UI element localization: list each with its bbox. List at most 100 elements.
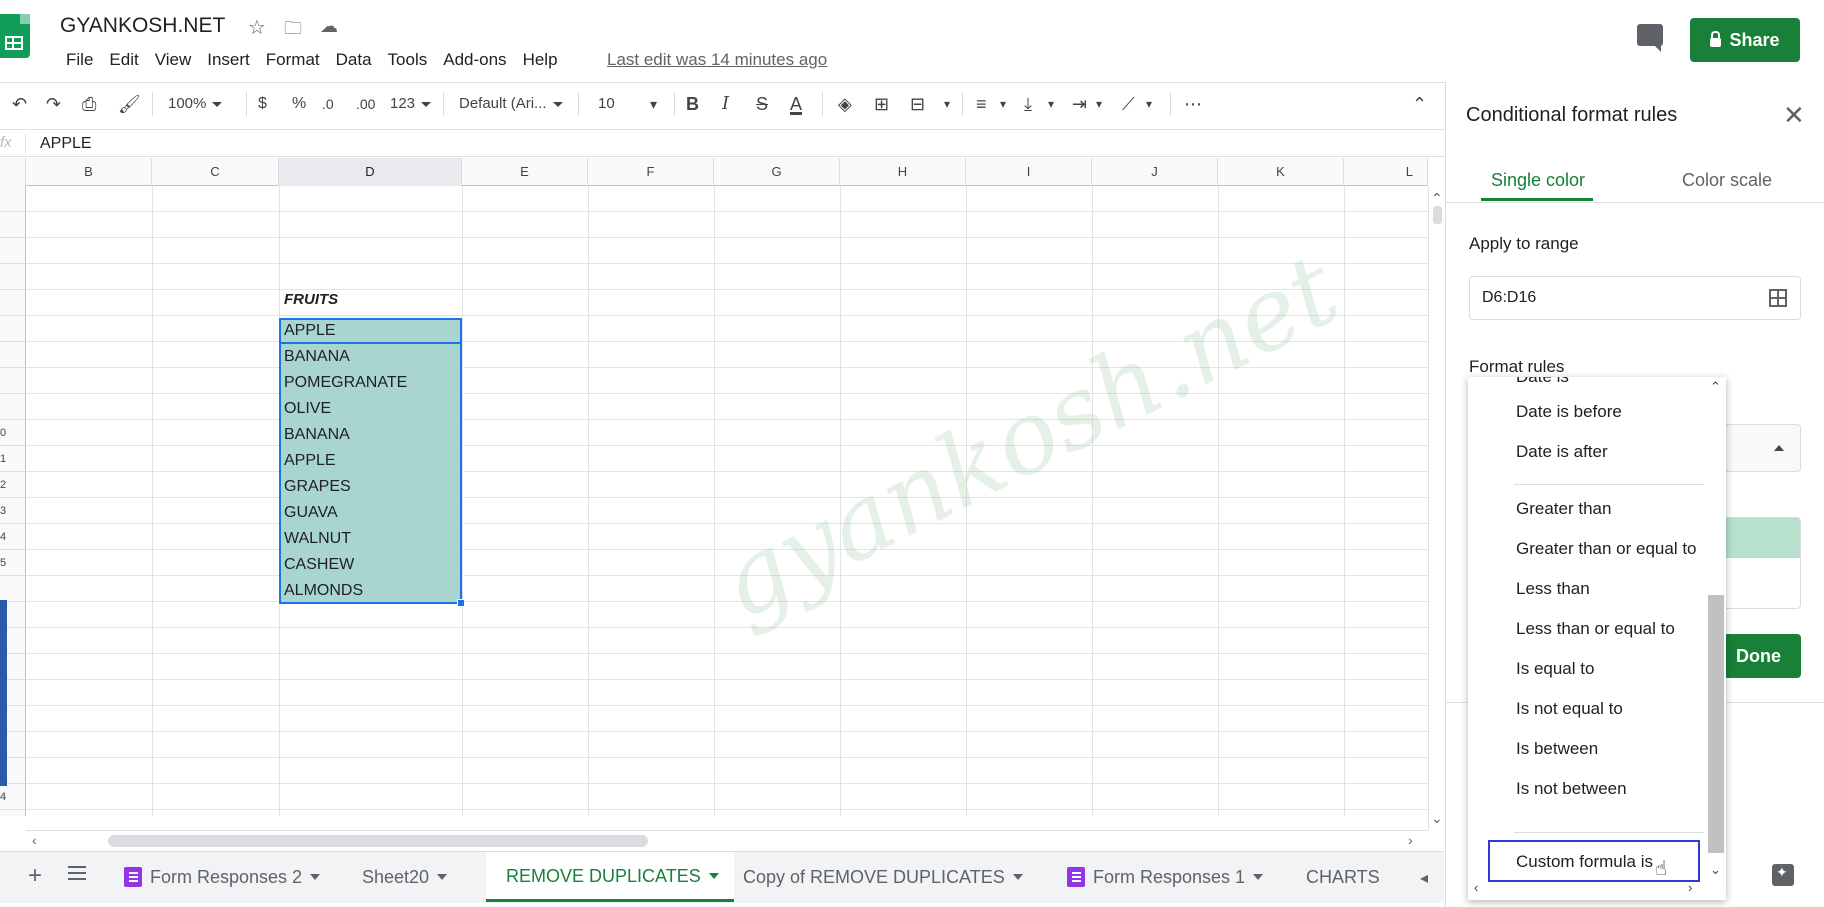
horizontal-scroll-thumb[interactable] <box>108 835 648 847</box>
row-header[interactable] <box>0 264 26 290</box>
sheet-tab[interactable]: Form Responses 1 <box>1061 852 1294 902</box>
bold-button[interactable]: B <box>686 91 699 117</box>
formula-input[interactable]: APPLE <box>40 135 92 153</box>
number-format-select[interactable]: 123 <box>390 91 431 117</box>
dropdown-scroll-right-icon[interactable]: › <box>1688 880 1692 895</box>
vertical-scrollbar[interactable] <box>1428 186 1445 830</box>
column-header-g[interactable]: G <box>714 158 840 186</box>
fill-handle[interactable] <box>457 599 465 607</box>
italic-button[interactable]: I <box>722 91 729 117</box>
fruit-cell[interactable]: CASHEW <box>284 552 354 578</box>
scroll-down-icon[interactable]: ⌄ <box>1431 810 1443 827</box>
collapse-menu-icon[interactable]: ⌃ <box>1412 91 1427 117</box>
sheet-tab[interactable]: Form Responses 2 <box>118 852 350 902</box>
menu-insert[interactable]: Insert <box>199 48 258 72</box>
merge-caret-icon[interactable]: ▾ <box>944 91 950 117</box>
star-icon[interactable]: ☆ <box>248 15 266 40</box>
sheet-tab[interactable]: Copy of REMOVE DUPLICATES <box>737 852 1055 902</box>
sheet-tab[interactable]: Sheet20 <box>356 852 480 902</box>
condition-dropdown-menu[interactable]: Date is Date is before Date is after Greate… <box>1468 377 1726 900</box>
zoom-select[interactable]: 100% <box>168 91 222 117</box>
row-header[interactable] <box>0 368 26 394</box>
sheet-tab[interactable]: REMOVE DUPLICATES <box>486 852 734 902</box>
fruit-cell[interactable]: WALNUT <box>284 526 351 552</box>
decrease-decimal-button[interactable]: .0 <box>322 91 334 117</box>
fruit-cell[interactable]: OLIVE <box>284 396 331 422</box>
add-sheet-icon[interactable]: + <box>28 862 42 890</box>
fruits-header-cell[interactable]: FRUITS <box>284 291 338 308</box>
chevron-down-icon[interactable] <box>310 874 321 880</box>
dropdown-option[interactable]: Date is <box>1516 377 1569 387</box>
dropdown-option[interactable]: Is between <box>1516 739 1598 759</box>
dropdown-scroll-down-icon[interactable]: ⌄ <box>1710 862 1721 878</box>
dropdown-option[interactable]: Less than or equal to <box>1516 619 1675 639</box>
dropdown-option[interactable]: Is not equal to <box>1516 699 1623 719</box>
select-all-corner[interactable] <box>0 158 26 186</box>
dropdown-scroll-up-icon[interactable]: ⌃ <box>1710 379 1721 395</box>
fruit-cell[interactable]: APPLE <box>284 318 336 344</box>
comments-icon[interactable] <box>1637 24 1663 52</box>
vertical-scroll-thumb[interactable] <box>1433 206 1442 224</box>
row-header[interactable] <box>0 186 26 212</box>
document-title[interactable]: GYANKOSH.NET <box>60 14 225 38</box>
currency-button[interactable]: $ <box>258 91 267 117</box>
align-caret-icon[interactable]: ▾ <box>1000 91 1006 117</box>
row-header[interactable] <box>0 238 26 264</box>
dropdown-scroll-left-icon[interactable]: ‹ <box>1474 880 1478 895</box>
spreadsheet-grid[interactable]: B C D E F G H I J K L 01234545 gyankosh.… <box>0 158 1428 816</box>
menu-edit[interactable]: Edit <box>101 48 146 72</box>
increase-decimal-button[interactable]: .00 <box>356 91 375 117</box>
dropdown-option[interactable]: Is not between <box>1516 779 1627 799</box>
row-header[interactable]: 1 <box>0 446 26 472</box>
column-header-e[interactable]: E <box>462 158 588 186</box>
fruit-cell[interactable]: APPLE <box>284 448 336 474</box>
column-header-d[interactable]: D <box>279 158 462 186</box>
scroll-up-icon[interactable]: ⌃ <box>1431 190 1443 207</box>
chevron-down-icon[interactable] <box>437 874 448 880</box>
menu-format[interactable]: Format <box>258 48 328 72</box>
vertical-align-icon[interactable]: ⤓ <box>1024 91 1032 117</box>
percent-button[interactable]: % <box>292 91 306 117</box>
font-size-caret-icon[interactable]: ▾ <box>650 91 657 117</box>
wrap-caret-icon[interactable]: ▾ <box>1096 91 1102 117</box>
chevron-down-icon[interactable] <box>708 872 719 879</box>
dropdown-option[interactable]: Is equal to <box>1516 659 1594 679</box>
tab-scroll-left-icon[interactable]: ◂ <box>1420 868 1428 888</box>
undo-icon[interactable]: ↶ <box>12 91 27 117</box>
rotation-caret-icon[interactable]: ▾ <box>1146 91 1152 117</box>
column-header-i[interactable]: I <box>966 158 1092 186</box>
row-header[interactable]: 4 <box>0 784 26 810</box>
menu-help[interactable]: Help <box>515 48 566 72</box>
redo-icon[interactable]: ↷ <box>46 91 61 117</box>
row-header[interactable] <box>0 316 26 342</box>
font-select[interactable]: Default (Ari... <box>459 91 563 117</box>
row-header[interactable] <box>0 576 26 602</box>
print-icon[interactable]: ⎙ <box>82 91 96 117</box>
row-header[interactable]: 5 <box>0 810 26 816</box>
strikethrough-button[interactable]: S <box>756 91 768 117</box>
dropdown-option[interactable]: Greater than or equal to <box>1516 539 1697 559</box>
row-header[interactable] <box>0 394 26 420</box>
column-header-b[interactable]: B <box>26 158 152 186</box>
merge-cells-icon[interactable]: ⊟ <box>910 91 925 117</box>
share-button[interactable]: Share <box>1690 18 1800 62</box>
explore-icon[interactable] <box>1772 864 1794 886</box>
fruit-cell[interactable]: GUAVA <box>284 500 338 526</box>
row-header[interactable]: 0 <box>0 420 26 446</box>
column-header-h[interactable]: H <box>840 158 966 186</box>
more-options-icon[interactable]: ⋯ <box>1184 91 1202 117</box>
row-header[interactable]: 4 <box>0 524 26 550</box>
row-header[interactable]: 5 <box>0 550 26 576</box>
valign-caret-icon[interactable]: ▾ <box>1048 91 1054 117</box>
scroll-right-icon[interactable]: › <box>1408 832 1413 848</box>
chevron-down-icon[interactable] <box>1253 874 1264 880</box>
fruit-cell[interactable]: BANANA <box>284 344 350 370</box>
tab-color-scale[interactable]: Color scale <box>1682 170 1772 191</box>
sheet-tab[interactable]: CHARTS <box>1300 852 1420 902</box>
fill-color-icon[interactable]: ◈ <box>838 91 852 117</box>
row-header[interactable] <box>0 290 26 316</box>
menu-data[interactable]: Data <box>328 48 380 72</box>
column-header-k[interactable]: K <box>1218 158 1344 186</box>
column-header-c[interactable]: C <box>152 158 279 186</box>
column-header-f[interactable]: F <box>588 158 714 186</box>
